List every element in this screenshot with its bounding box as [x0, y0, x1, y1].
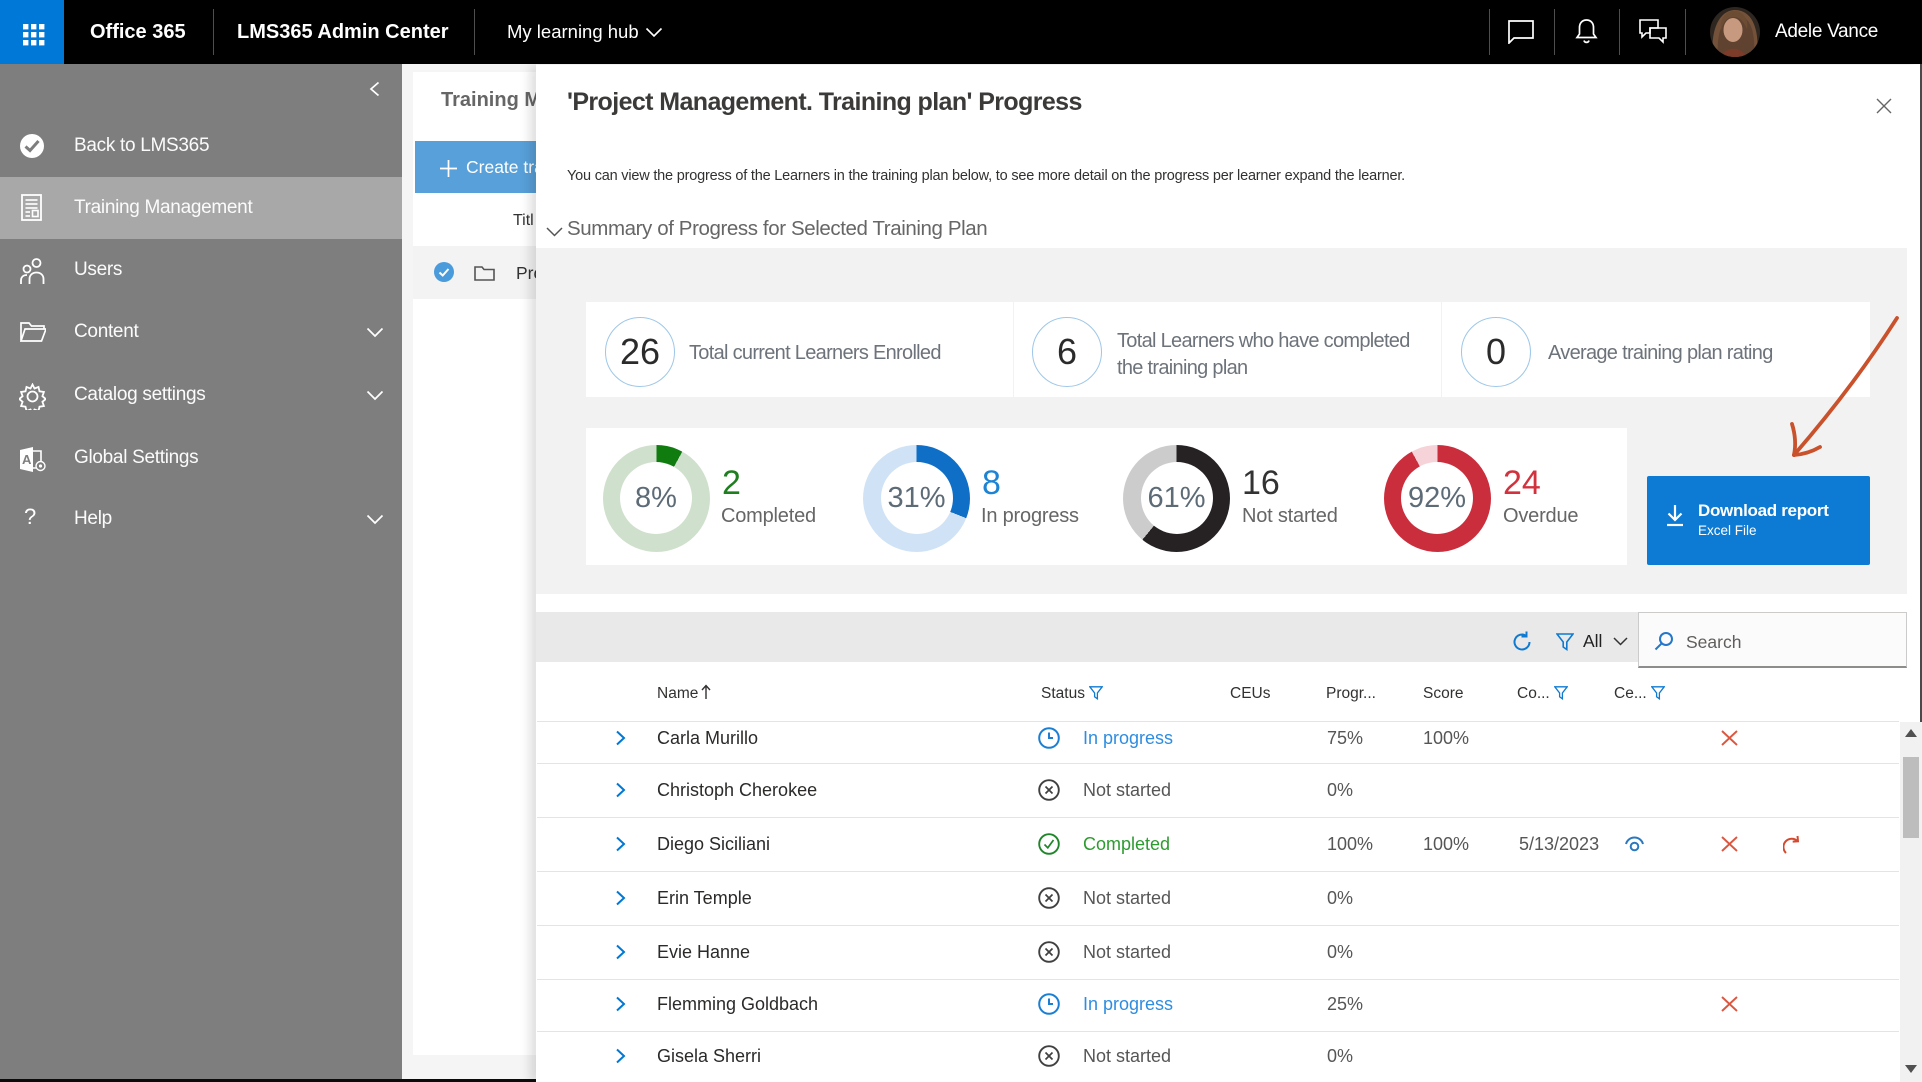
svg-text:A: A	[22, 452, 32, 467]
